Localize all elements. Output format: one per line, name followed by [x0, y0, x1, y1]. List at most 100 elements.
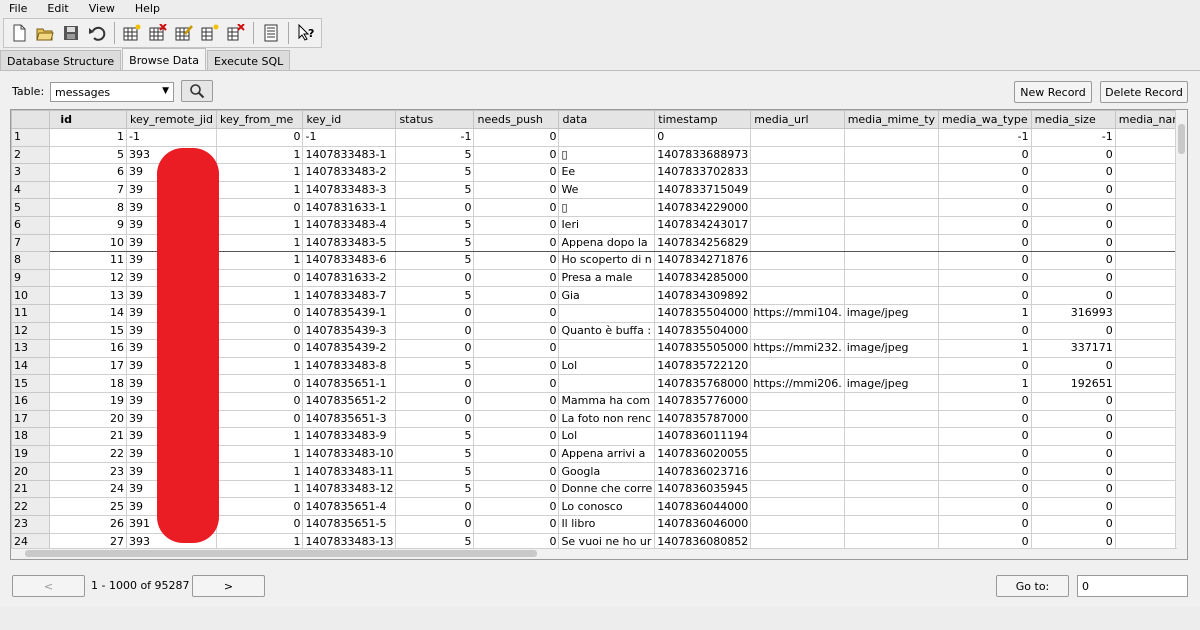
cell-needs-push[interactable]: 0: [473, 515, 560, 534]
cell-needs-push[interactable]: 0: [473, 268, 560, 288]
cell-media-url[interactable]: [750, 145, 845, 165]
cell-timestamp[interactable]: 1407835505000: [654, 339, 752, 358]
cell-needs-push[interactable]: 0: [473, 462, 560, 481]
cell-media-mime-ty[interactable]: image/jpeg: [843, 374, 940, 393]
create-index-icon[interactable]: [198, 21, 222, 45]
cell-media-mime-ty[interactable]: [843, 128, 940, 147]
column-header-needs-push[interactable]: needs_push: [473, 110, 560, 129]
cell-media-url[interactable]: [750, 497, 845, 517]
cell-status[interactable]: 0: [395, 374, 475, 393]
cell-id[interactable]: 5: [49, 145, 128, 165]
column-header-media-wa-type[interactable]: media_wa_type: [938, 110, 1032, 129]
cell-media-wa-type[interactable]: 0: [938, 163, 1032, 182]
cell-media-wa-type[interactable]: 0: [938, 462, 1032, 481]
cell-key-id[interactable]: 1407835651-3: [302, 409, 397, 429]
cell-timestamp[interactable]: 1407834256829: [654, 233, 752, 253]
cell-media-mime-ty[interactable]: [843, 198, 940, 217]
cell-needs-push[interactable]: 0: [473, 427, 560, 446]
cell-status[interactable]: 0: [395, 268, 475, 288]
cell-needs-push[interactable]: 0: [473, 321, 560, 341]
cell-key-id[interactable]: 1407835439-2: [302, 339, 397, 358]
menu-file[interactable]: File: [0, 2, 37, 15]
cell-key-from-me[interactable]: 0: [215, 303, 304, 323]
cell-data[interactable]: Mamma ha com: [558, 391, 656, 411]
cell-media-mime-ty[interactable]: image/jpeg: [843, 303, 940, 323]
cell-key-from-me[interactable]: 1: [215, 462, 304, 481]
cell-key-id[interactable]: 1407833483-9: [302, 427, 397, 446]
cell-media-url[interactable]: [750, 128, 845, 147]
cell-needs-push[interactable]: 0: [473, 497, 560, 517]
cell-key-from-me[interactable]: 0: [215, 339, 304, 358]
cell-media-url[interactable]: https://mmi232.: [750, 339, 845, 358]
delete-index-icon[interactable]: [224, 21, 248, 45]
cell-media-size[interactable]: 0: [1030, 479, 1116, 499]
cell-status[interactable]: 0: [395, 409, 475, 429]
cell-timestamp[interactable]: 1407835722120: [654, 356, 752, 376]
cell-needs-push[interactable]: 0: [473, 145, 560, 165]
cell-media-url[interactable]: [750, 198, 845, 217]
cell-key-from-me[interactable]: 0: [215, 198, 304, 217]
cell-status[interactable]: 0: [395, 391, 475, 411]
find-button[interactable]: [181, 80, 213, 102]
cell-media-wa-type[interactable]: 0: [938, 515, 1032, 534]
cell-status[interactable]: 0: [395, 198, 475, 217]
cell-key-from-me[interactable]: 1: [215, 233, 304, 253]
cell-status[interactable]: 0: [395, 515, 475, 534]
new-record-button[interactable]: New Record: [1014, 81, 1092, 103]
cell-id[interactable]: 26: [49, 515, 128, 534]
cell-timestamp[interactable]: 1407835787000: [654, 409, 752, 429]
menu-view[interactable]: View: [79, 2, 125, 15]
cell-timestamp[interactable]: 1407835776000: [654, 391, 752, 411]
cell-media-url[interactable]: [750, 444, 845, 464]
cell-media-mime-ty[interactable]: [843, 356, 940, 376]
cell-media-wa-type[interactable]: 0: [938, 268, 1032, 288]
cell-needs-push[interactable]: 0: [473, 128, 560, 147]
cell-media-wa-type[interactable]: 0: [938, 286, 1032, 305]
cell-status[interactable]: 5: [395, 286, 475, 305]
cell-timestamp[interactable]: 1407834285000: [654, 268, 752, 288]
cell-media-mime-ty[interactable]: [843, 427, 940, 446]
cell-data[interactable]: Donne che corre: [558, 479, 656, 499]
cell-media-wa-type[interactable]: 0: [938, 356, 1032, 376]
cell-status[interactable]: 5: [395, 251, 475, 270]
cell-id[interactable]: 14: [49, 303, 128, 323]
cell-media-mime-ty[interactable]: [843, 233, 940, 253]
cell-media-wa-type[interactable]: 1: [938, 339, 1032, 358]
cell-media-url[interactable]: [750, 391, 845, 411]
menu-edit[interactable]: Edit: [37, 2, 78, 15]
cell-media-url[interactable]: [750, 215, 845, 235]
cell-status[interactable]: 5: [395, 479, 475, 499]
cell-needs-push[interactable]: 0: [473, 251, 560, 270]
cell-id[interactable]: 19: [49, 391, 128, 411]
cell-data[interactable]: Appena dopo la: [558, 233, 656, 253]
cell-key-remote-jid[interactable]: -1: [126, 128, 217, 147]
cell-id[interactable]: 8: [49, 198, 128, 217]
cell-id[interactable]: 13: [49, 286, 128, 305]
cell-media-size[interactable]: 0: [1030, 515, 1116, 534]
modify-table-icon[interactable]: [172, 21, 196, 45]
cell-media-url[interactable]: [750, 409, 845, 429]
column-header-id[interactable]: id: [49, 110, 128, 129]
cell-media-size[interactable]: 0: [1030, 180, 1116, 200]
cell-media-url[interactable]: [750, 286, 845, 305]
cell-key-id[interactable]: -1: [302, 128, 397, 147]
cell-media-mime-ty[interactable]: [843, 497, 940, 517]
cell-timestamp[interactable]: 1407834229000: [654, 198, 752, 217]
cell-key-id[interactable]: 1407833483-11: [302, 462, 397, 481]
goto-input[interactable]: 0: [1077, 575, 1188, 597]
cell-media-size[interactable]: 192651: [1030, 374, 1116, 393]
cell-status[interactable]: 0: [395, 497, 475, 517]
next-page-button[interactable]: >: [192, 575, 265, 597]
cell-media-wa-type[interactable]: 0: [938, 497, 1032, 517]
cell-timestamp[interactable]: 1407833688973: [654, 145, 752, 165]
cell-needs-push[interactable]: 0: [473, 374, 560, 393]
cell-status[interactable]: 5: [395, 356, 475, 376]
cell-media-size[interactable]: 0: [1030, 409, 1116, 429]
cell-media-mime-ty[interactable]: [843, 479, 940, 499]
cell-media-wa-type[interactable]: 0: [938, 251, 1032, 270]
horizontal-scrollbar[interactable]: [11, 548, 1177, 559]
new-database-icon[interactable]: [7, 21, 31, 45]
cell-status[interactable]: 5: [395, 215, 475, 235]
column-header-status[interactable]: status: [395, 110, 475, 129]
cell-key-id[interactable]: 1407835651-5: [302, 515, 397, 534]
